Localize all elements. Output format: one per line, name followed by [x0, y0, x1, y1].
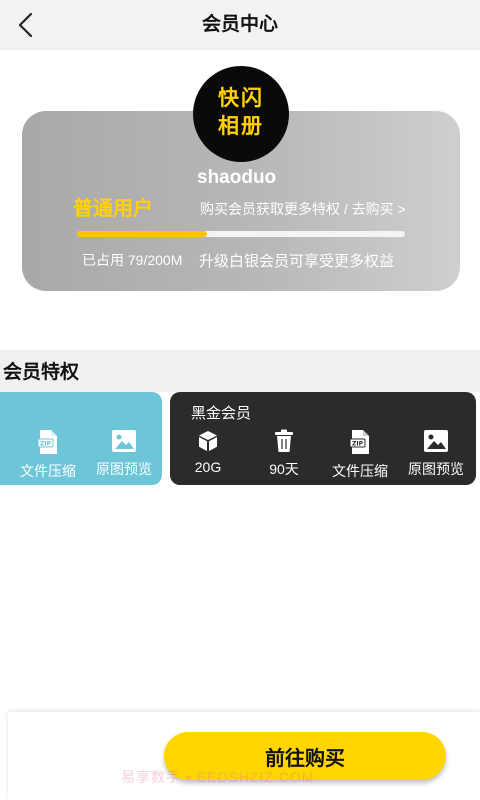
image-icon — [112, 430, 136, 452]
logo-line-1: 快闪 — [218, 87, 264, 110]
zip-file-icon: ZIP — [37, 430, 57, 454]
page-title: 会员中心 — [201, 14, 278, 35]
perk-label: 原图预览 — [96, 461, 152, 477]
logo-line-2: 相册 — [218, 115, 264, 138]
app-logo: 快闪 相册 — [193, 66, 289, 162]
storage-progress-bar — [77, 231, 405, 237]
storage-usage-text: 已占用 79/200M — [82, 252, 183, 268]
storage-progress-fill — [77, 231, 207, 237]
perk-item: 原图预览 — [400, 429, 472, 479]
perk-label: 20G — [194, 459, 222, 475]
watermark: 易享数手 • EEDSHZIZ.COM — [121, 769, 315, 785]
membership-tier: 普通用户 — [73, 198, 153, 220]
perk-item: ZIP 文件压缩 — [12, 429, 84, 481]
username: shaoduo — [197, 167, 277, 188]
svg-text:ZIP: ZIP — [352, 441, 364, 448]
basic-perks-card[interactable]: ZIP 文件压缩 原图预览 — [0, 392, 162, 485]
image-icon — [424, 430, 448, 452]
black-gold-title: 黑金会员 — [191, 405, 252, 422]
trash-icon — [275, 429, 293, 452]
upgrade-tip: 升级白银会员可享受更多权益 — [199, 253, 395, 270]
buy-membership-link[interactable]: 购买会员获取更多特权 / 去购买 > — [200, 199, 406, 219]
perk-label: 文件压缩 — [332, 463, 388, 479]
perk-label: 原图预览 — [408, 461, 464, 477]
privileges-title: 会员特权 — [3, 362, 80, 383]
svg-text:ZIP: ZIP — [40, 441, 52, 448]
perk-item: 原图预览 — [88, 429, 160, 479]
perk-item: 90天 — [248, 429, 320, 479]
black-gold-perks-card[interactable]: 黑金会员 20G 90天 ZIP 文件压缩 原图预览 — [170, 392, 476, 485]
perk-label: 文件压缩 — [20, 463, 76, 479]
cube-icon — [199, 431, 217, 451]
perk-item: ZIP 文件压缩 — [324, 429, 396, 481]
zip-file-icon: ZIP — [349, 430, 369, 454]
perk-item: 20G — [172, 429, 244, 475]
perk-label: 90天 — [269, 461, 299, 477]
top-bar: 会员中心 — [0, 0, 480, 50]
